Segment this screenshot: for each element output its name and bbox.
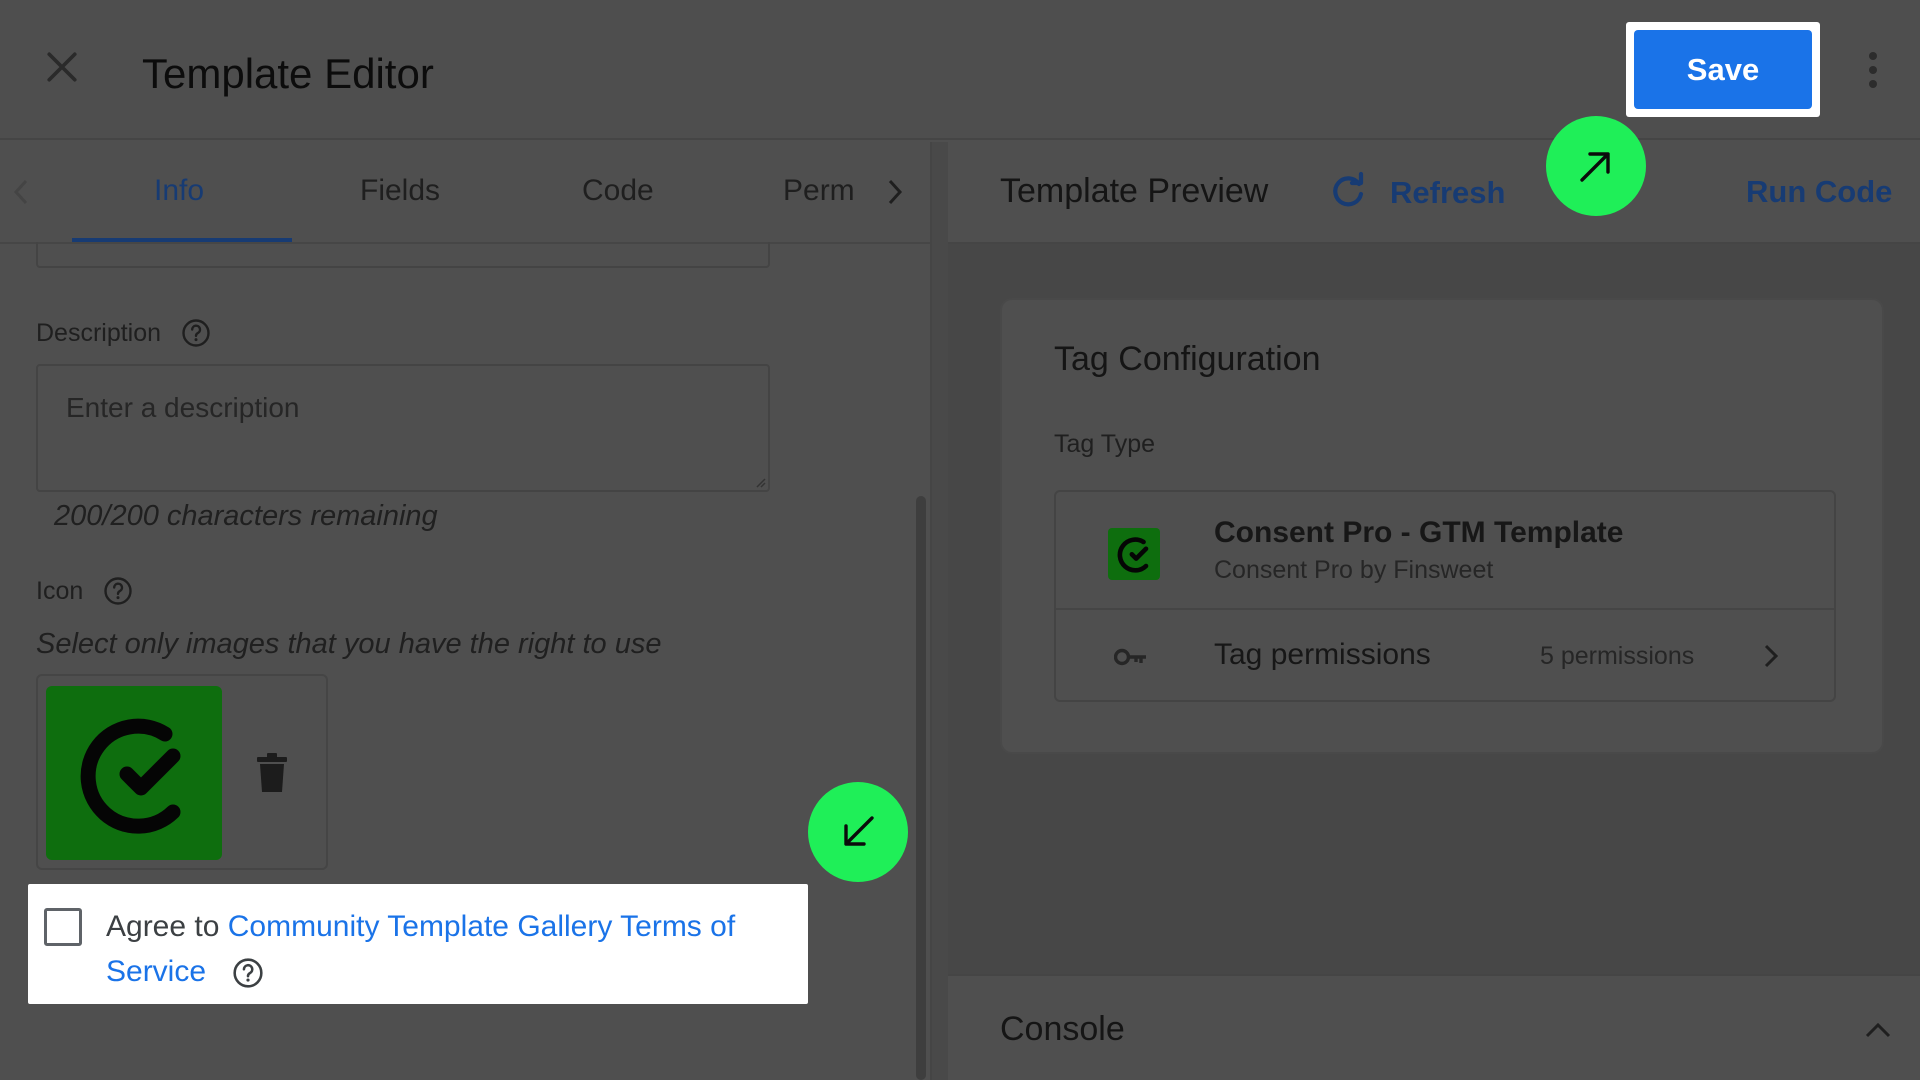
panel-divider[interactable] xyxy=(930,142,948,1080)
refresh-label: Refresh xyxy=(1390,175,1506,210)
page-title: Template Editor xyxy=(142,50,434,97)
arrow-down-left-icon xyxy=(808,782,908,882)
tag-configuration-title: Tag Configuration xyxy=(1054,340,1321,378)
check-mark-logo-icon xyxy=(1108,528,1160,580)
refresh-icon xyxy=(1328,171,1368,216)
tabs-scroll-left-icon[interactable] xyxy=(6,172,36,212)
editor-tabs: Info Fields Code Perm xyxy=(0,142,930,244)
trash-icon[interactable] xyxy=(252,748,292,798)
tab-fields[interactable]: Fields xyxy=(360,174,440,208)
save-button-highlight: Save xyxy=(1626,22,1820,117)
arrow-up-right-icon xyxy=(1546,116,1646,216)
tag-author: Consent Pro by Finsweet xyxy=(1214,556,1494,584)
terms-agreement: Agree to Community Template Gallery Term… xyxy=(28,884,808,1004)
console-panel[interactable]: Console xyxy=(948,974,1920,1080)
tab-code[interactable]: Code xyxy=(582,174,654,208)
chevron-right-icon xyxy=(1756,636,1786,676)
tag-name: Consent Pro - GTM Template xyxy=(1214,516,1624,549)
check-mark-logo-icon[interactable] xyxy=(46,686,222,860)
key-icon xyxy=(1114,642,1148,672)
tab-permissions[interactable]: Perm xyxy=(783,174,855,208)
console-title: Console xyxy=(1000,1010,1125,1048)
description-placeholder: Enter a description xyxy=(66,392,300,423)
tag-permissions-count: 5 permissions xyxy=(1540,642,1695,670)
refresh-button[interactable]: Refresh xyxy=(1328,170,1505,216)
tag-permissions-row[interactable]: Tag permissions 5 permissions xyxy=(1056,612,1834,702)
agree-text: Agree to Community Template Gallery Term… xyxy=(106,904,786,994)
more-vert-icon[interactable] xyxy=(1858,44,1888,96)
icon-label: Icon xyxy=(36,576,133,606)
tag-configuration-card: Tag Configuration Tag Type Consent Pro -… xyxy=(1000,298,1884,754)
app-header: Template Editor Save xyxy=(0,0,1920,140)
agree-prefix: Agree to xyxy=(106,910,220,943)
preview-title: Template Preview xyxy=(1000,172,1269,210)
run-code-button[interactable]: Run Code xyxy=(1746,174,1892,210)
agree-checkbox[interactable] xyxy=(44,908,82,946)
chevron-up-icon[interactable] xyxy=(1858,1010,1898,1050)
icon-uploader xyxy=(36,674,328,870)
save-button[interactable]: Save xyxy=(1634,30,1812,109)
name-field[interactable] xyxy=(36,242,770,268)
help-icon[interactable] xyxy=(232,957,264,989)
tag-type-box: Consent Pro - GTM Template Consent Pro b… xyxy=(1054,490,1836,702)
help-icon[interactable] xyxy=(181,318,211,348)
close-icon[interactable] xyxy=(40,45,84,89)
description-input[interactable]: Enter a description xyxy=(36,364,770,492)
tab-info[interactable]: Info xyxy=(154,174,204,208)
tabs-scroll-right-icon[interactable] xyxy=(880,172,910,212)
preview-toolbar: Template Preview Refresh Run Code xyxy=(948,142,1920,244)
tag-type-row[interactable]: Consent Pro - GTM Template Consent Pro b… xyxy=(1056,492,1834,610)
help-icon[interactable] xyxy=(103,576,133,606)
description-label: Description xyxy=(36,318,211,348)
editor-panel: Info Fields Code Perm Description Enter … xyxy=(0,142,930,1080)
tag-type-label: Tag Type xyxy=(1054,430,1156,458)
tag-permissions-label: Tag permissions xyxy=(1214,638,1431,671)
description-char-count: 200/200 characters remaining xyxy=(54,500,438,532)
left-panel-scrollbar[interactable] xyxy=(916,496,926,1080)
preview-panel: Template Preview Refresh Run Code Tag Co… xyxy=(948,142,1920,1080)
icon-hint: Select only images that you have the rig… xyxy=(36,628,662,660)
